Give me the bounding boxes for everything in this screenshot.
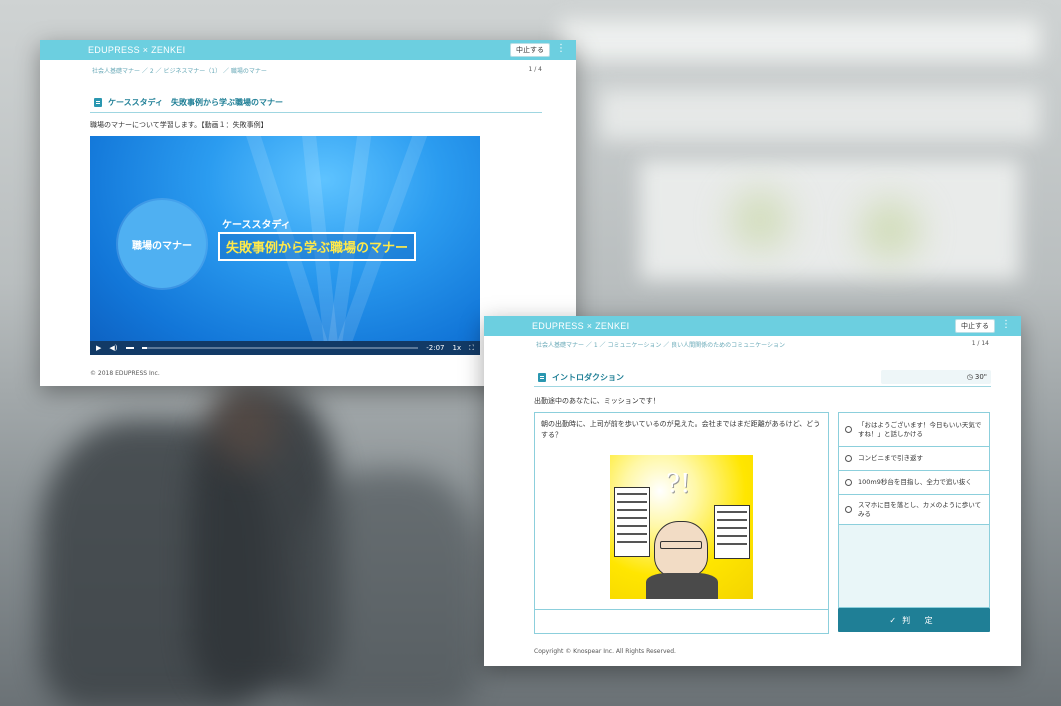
radio-icon[interactable] <box>845 455 852 462</box>
question-mark-icon: ?! <box>666 469 691 499</box>
boss-suit <box>646 573 718 599</box>
section-title-text: ケーススタディ 失敗事例から学ぶ職場のマナー <box>108 98 284 107</box>
case-study-label: ケーススタディ <box>222 220 291 231</box>
section-divider <box>534 386 991 387</box>
video-player[interactable]: 職場のマナー ケーススタディ 失敗事例から学ぶ職場のマナー ▶ ◀) -2:07… <box>90 136 480 355</box>
breadcrumb[interactable]: 社会人基礎マナー ／ 2 ／ ビジネスマナー（1） ／ 職場のマナー <box>92 66 267 75</box>
mission-text: 出勤途中のあなたに、ミッションです！ <box>534 397 660 405</box>
topic-badge-text: 職場のマナー <box>132 240 192 252</box>
video-title: 失敗事例から学ぶ職場のマナー <box>218 232 417 261</box>
radio-icon[interactable] <box>845 506 852 513</box>
lesson-description: 職場のマナーについて学習します。【動画１：失敗事例】 <box>90 121 268 129</box>
fullscreen-icon[interactable]: ⛶ <box>469 344 474 353</box>
option-4[interactable]: スマホに目を落とし、カメのように歩いてみる <box>839 495 989 525</box>
answer-divider <box>535 609 828 610</box>
option-label: スマホに目を落とし、カメのように歩いてみる <box>858 500 982 518</box>
glasses-icon <box>660 541 702 549</box>
volume-slider[interactable] <box>125 347 134 349</box>
brand-logo: EDUPRESS × ZENKEI <box>532 321 630 331</box>
page-count: 1 / 14 <box>971 340 989 347</box>
seek-bar-fill <box>141 347 148 349</box>
play-icon[interactable]: ▶ <box>96 344 101 352</box>
section-title: イントロダクション <box>538 372 624 383</box>
clock-icon: ◷ <box>966 373 973 381</box>
option-label: コンビニまで引き返す <box>858 454 923 462</box>
option-2[interactable]: コンビニまで引き返す <box>839 447 989 471</box>
kebab-icon[interactable]: ⋮ <box>556 42 566 56</box>
stop-button[interactable]: 中止する <box>955 319 995 333</box>
copyright: © 2018 EDUPRESS Inc. <box>90 370 160 377</box>
page-count: 1 / 4 <box>528 66 542 73</box>
top-bar: EDUPRESS × ZENKEI 中止する ⋮ <box>484 316 1021 336</box>
radio-icon[interactable] <box>845 426 852 433</box>
section-divider <box>90 112 542 113</box>
section-title-text: イントロダクション <box>552 373 624 382</box>
judge-button[interactable]: ✓ 判 定 <box>838 608 990 632</box>
kebab-icon[interactable]: ⋮ <box>1001 318 1011 332</box>
document-icon <box>538 373 546 382</box>
radio-icon[interactable] <box>845 479 852 486</box>
option-label: 「おはようございます！今日もいい天気ですね！」と話しかける <box>858 420 982 438</box>
timer-value: 30" <box>974 373 987 381</box>
check-icon: ✓ <box>889 615 897 625</box>
timer: ◷ 30" <box>881 370 991 384</box>
volume-icon[interactable]: ◀) <box>109 344 117 352</box>
quiz-window: EDUPRESS × ZENKEI 中止する ⋮ 社会人基礎マナー ／ 1 ／ … <box>484 316 1021 666</box>
option-3[interactable]: 100m9秒台を目指し、全力で追い抜く <box>839 471 989 495</box>
brand-logo: EDUPRESS × ZENKEI <box>88 45 186 55</box>
question-panel: 朝の出勤時に、上司が前を歩いているのが見えた。会社まではまだ距離があるけど、どう… <box>534 412 829 634</box>
breadcrumb[interactable]: 社会人基礎マナー ／ 1 ／ コミュニケーション ／ 良い人間関係のためのコミュ… <box>536 340 785 349</box>
document-icon <box>94 98 102 107</box>
seek-bar[interactable] <box>141 347 419 349</box>
boss-character <box>654 521 708 577</box>
topic-badge: 職場のマナー <box>118 200 206 288</box>
time-remaining: -2:07 <box>426 344 445 352</box>
video-controls: ▶ ◀) -2:07 1x ⛶ <box>90 341 480 355</box>
question-text: 朝の出勤時に、上司が前を歩いているのが見えた。会社まではまだ距離があるけど、どう… <box>541 420 821 439</box>
judge-label: 判 定 <box>902 615 939 625</box>
option-label: 100m9秒台を目指し、全力で追い抜く <box>858 478 972 486</box>
question-illustration: ?! <box>610 455 753 599</box>
options-panel: 「おはようございます！今日もいい天気ですね！」と話しかける コンビニまで引き返す… <box>838 412 990 608</box>
stop-button[interactable]: 中止する <box>510 43 550 57</box>
copyright: Copyright © Knospear Inc. All Rights Res… <box>534 648 676 655</box>
section-title: ケーススタディ 失敗事例から学ぶ職場のマナー <box>94 97 283 108</box>
option-1[interactable]: 「おはようございます！今日もいい天気ですね！」と話しかける <box>839 413 989 447</box>
top-bar: EDUPRESS × ZENKEI 中止する ⋮ <box>40 40 576 60</box>
speed-button[interactable]: 1x <box>452 344 461 352</box>
